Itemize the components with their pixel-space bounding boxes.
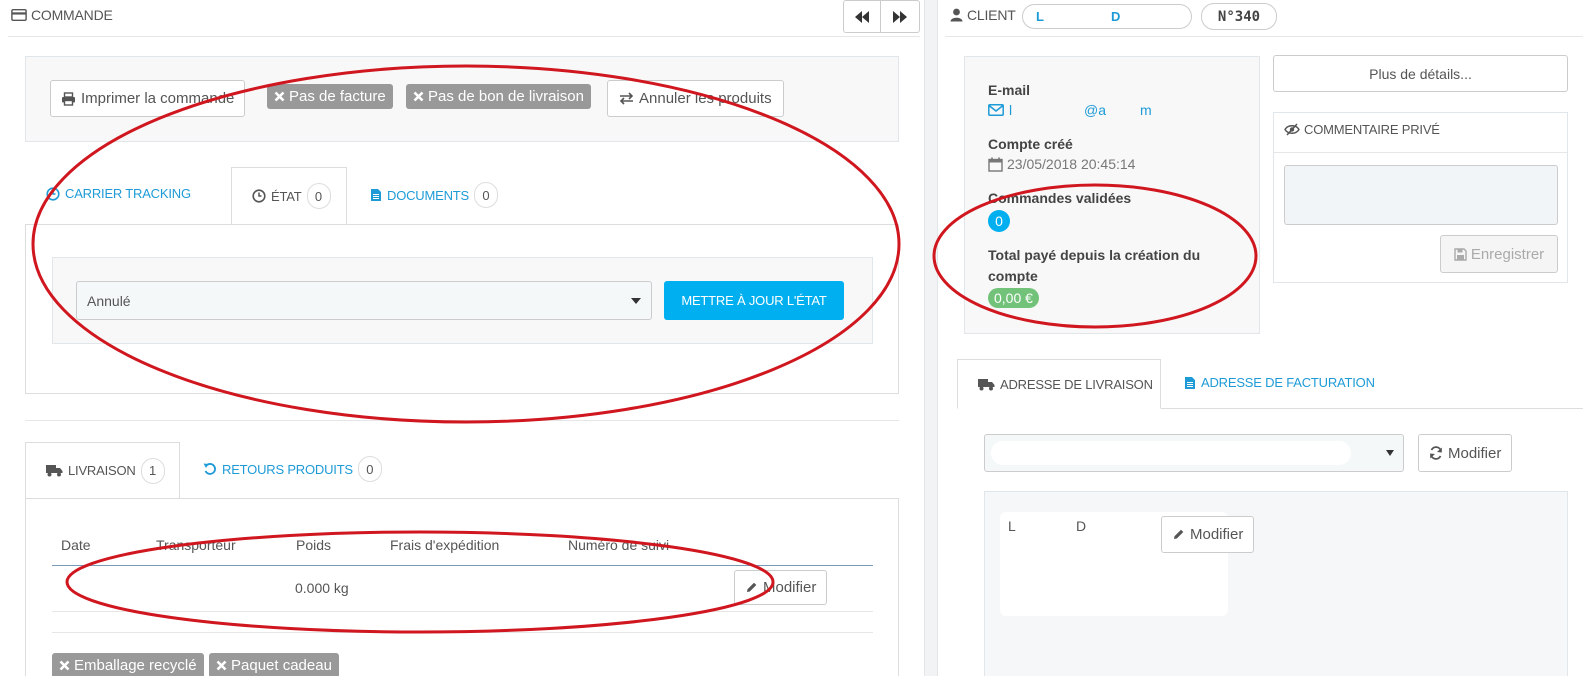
client-title: CLIENT xyxy=(950,7,1016,23)
caret-down-icon xyxy=(1386,450,1394,456)
update-state-button[interactable]: METTRE À JOUR L'ÉTAT xyxy=(664,281,844,320)
calendar-icon xyxy=(988,157,1003,172)
column-header-tracking-number: Numéro de suivi xyxy=(568,537,670,553)
print-order-label: Imprimer la commande xyxy=(81,90,235,107)
column-header-date: Date xyxy=(61,537,91,553)
validated-orders-label: Commandes validées xyxy=(988,190,1132,206)
clock-icon xyxy=(252,189,266,203)
user-icon xyxy=(950,8,963,22)
state-count-badge: 0 xyxy=(306,183,331,209)
account-created-label: Compte créé xyxy=(988,136,1073,152)
client-header-divider xyxy=(945,36,1583,37)
client-last-initial: D xyxy=(1111,9,1121,24)
close-icon xyxy=(216,660,227,671)
credit-card-icon xyxy=(11,7,27,23)
private-comment-textarea[interactable] xyxy=(1284,165,1558,225)
caret-down-icon xyxy=(631,297,641,304)
column-gutter xyxy=(924,0,938,676)
edit-address-button[interactable]: Modifier xyxy=(1161,516,1255,553)
tab-carrier-tracking[interactable]: CARRIER TRACKING xyxy=(46,186,191,201)
no-invoice-label: Pas de facture xyxy=(267,84,393,109)
pencil-icon xyxy=(745,581,758,594)
no-delivery-slip-label: Pas de bon de livraison xyxy=(406,84,591,109)
fast-forward-icon xyxy=(892,10,908,24)
close-icon xyxy=(274,91,285,102)
print-icon xyxy=(61,91,76,106)
table-bottom-divider xyxy=(52,632,873,633)
undo-icon xyxy=(203,462,217,476)
modify-address-select-button[interactable]: Modifier xyxy=(1418,434,1513,472)
edit-shipping-button[interactable]: Modifier xyxy=(734,570,828,605)
client-first-initial: L xyxy=(1036,9,1044,24)
envelope-icon xyxy=(988,104,1004,116)
truck-icon xyxy=(978,378,995,391)
next-order-button[interactable] xyxy=(881,0,920,33)
state-select-value: Annulé xyxy=(87,292,131,309)
comment-title-divider xyxy=(1274,152,1568,153)
fast-backward-icon xyxy=(854,10,870,24)
delivery-count-badge: 1 xyxy=(140,457,165,484)
email-label: E-mail xyxy=(988,82,1031,98)
file-icon xyxy=(1184,376,1196,390)
close-icon xyxy=(413,91,424,102)
refresh-icon xyxy=(1429,446,1443,460)
address-select-value-redacted xyxy=(991,441,1351,465)
clock-icon xyxy=(46,186,60,201)
gift-wrap-label: Paquet cadeau xyxy=(209,653,339,676)
row-weight: 0.000 kg xyxy=(295,580,349,596)
table-header: Date Transporteur Poids Frais d'expéditi… xyxy=(52,530,873,566)
close-icon xyxy=(59,660,70,671)
email-value[interactable]: l @a m xyxy=(988,102,1158,120)
address-tabs-baseline xyxy=(1161,408,1583,409)
save-comment-button[interactable]: Enregistrer xyxy=(1440,235,1558,273)
total-paid-badge: 0,00 € xyxy=(988,288,1039,308)
cancel-products-button[interactable]: Annuler les produits xyxy=(607,80,784,117)
tab-delivery[interactable]: LIVRAISON 1 xyxy=(25,442,180,499)
save-icon xyxy=(1454,247,1467,261)
tab-state[interactable]: ÉTAT 0 xyxy=(231,167,347,225)
tab-delivery-address[interactable]: ADRESSE DE LIVRAISON xyxy=(957,359,1161,409)
column-header-shipping-cost: Frais d'expédition xyxy=(390,537,500,553)
exchange-icon xyxy=(619,92,634,105)
section-divider xyxy=(25,420,899,421)
pencil-icon xyxy=(1172,528,1185,541)
truck-icon xyxy=(46,464,63,477)
address-last-initial: D xyxy=(1076,518,1087,534)
tab-invoice-address[interactable]: ADRESSE DE FACTURATION xyxy=(1184,375,1375,390)
client-name-badge: L D xyxy=(1022,4,1192,29)
total-paid-label-line1: Total payé depuis la création du xyxy=(988,247,1201,263)
returns-count-badge: 0 xyxy=(357,456,382,482)
eye-slash-icon xyxy=(1284,123,1300,136)
private-comment-title: COMMENTAIRE PRIVÉ xyxy=(1284,122,1440,137)
tab-documents[interactable]: DOCUMENTS 0 xyxy=(370,182,498,208)
prev-order-button[interactable] xyxy=(843,0,881,33)
address-first-initial: L xyxy=(1008,518,1016,534)
header-divider xyxy=(8,36,920,37)
file-icon xyxy=(370,188,382,202)
column-header-weight: Poids xyxy=(296,537,332,553)
documents-count-badge: 0 xyxy=(473,182,498,208)
address-select[interactable] xyxy=(984,434,1404,472)
account-created-value: 23/05/2018 20:45:14 xyxy=(988,156,1135,172)
order-title: COMMANDE xyxy=(11,7,113,23)
print-order-button[interactable]: Imprimer la commande xyxy=(50,80,246,117)
recycled-packaging-label: Emballage recyclé xyxy=(52,653,204,676)
column-header-carrier: Transporteur xyxy=(156,537,236,553)
validated-orders-badge: 0 xyxy=(988,210,1010,232)
more-details-button[interactable]: Plus de détails... xyxy=(1273,55,1568,92)
total-paid-label-line2: compte xyxy=(988,268,1038,284)
state-select[interactable]: Annulé xyxy=(76,281,652,320)
order-number-badge: N°340 xyxy=(1201,3,1277,30)
tab-product-returns[interactable]: RETOURS PRODUITS 0 xyxy=(203,456,382,482)
